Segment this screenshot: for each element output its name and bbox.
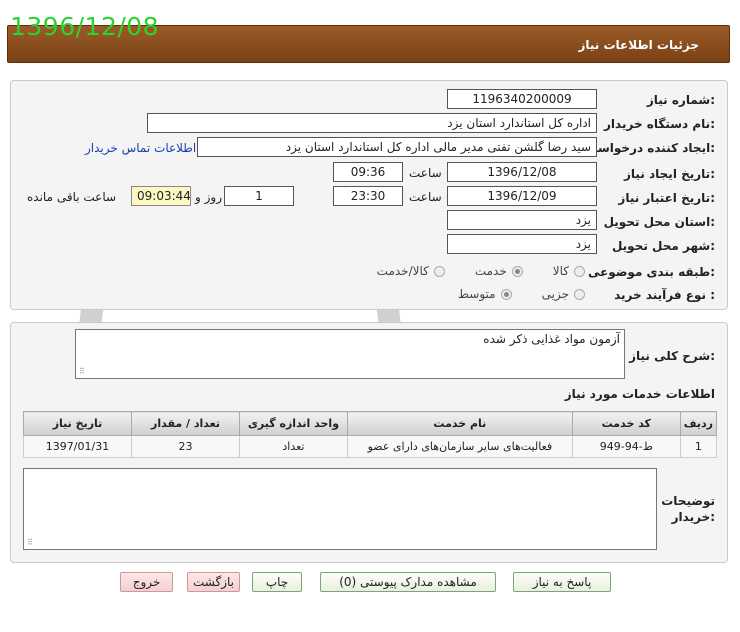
radio-selected-icon: [500, 288, 512, 300]
remaining-time-field: 09:03:44: [131, 186, 191, 206]
created-time-label: ساعت: [409, 166, 442, 180]
category-label: طبقه بندی موضوعی:: [587, 265, 715, 279]
radio-icon: [574, 288, 585, 300]
category-option-goods[interactable]: کالا: [553, 264, 585, 278]
table-row[interactable]: 1 ط-94-949 فعالیت‌های سایر سازمان‌های دا…: [22, 435, 718, 458]
created-date-field[interactable]: 1396/12/08: [447, 162, 597, 182]
description-text: آزمون مواد غذایی ذکر شده: [483, 332, 620, 346]
col-service-name: نام خدمت: [346, 411, 573, 436]
radio-selected-icon: [511, 265, 523, 277]
requester-label: ایجاد کننده درخواست:: [585, 141, 715, 155]
buyer-org-label: نام دستگاه خریدار:: [604, 117, 715, 131]
requester-field[interactable]: سید رضا گلشن تفتی مدیر مالی اداره کل است…: [197, 137, 597, 157]
validity-time-field[interactable]: 23:30: [333, 186, 403, 206]
date-stamp: 1396/12/08: [10, 12, 160, 41]
created-date-label: تاریخ ایجاد نیاز:: [624, 167, 715, 181]
process-option-medium[interactable]: متوسط: [458, 287, 512, 301]
city-label: شهر محل تحویل:: [611, 239, 715, 253]
city-field[interactable]: یزد: [447, 234, 597, 254]
services-table: ردیف کد خدمت نام خدمت واحد اندازه گیری ت…: [22, 411, 718, 458]
radio-icon: [433, 265, 445, 277]
category-radio-group: کالا خدمت کالا/خدمت: [377, 264, 585, 278]
process-option-minor[interactable]: جزیی: [542, 287, 585, 301]
need-number-field[interactable]: 1196340200009: [447, 89, 597, 109]
col-need-date: تاریخ نیاز: [22, 411, 133, 436]
description-textarea[interactable]: آزمون مواد غذایی ذکر شده ⠿: [75, 329, 625, 379]
province-label: استان محل تحویل:: [603, 215, 715, 229]
process-type-radio-group: جزیی متوسط: [458, 287, 585, 301]
reply-button[interactable]: پاسخ به نیاز: [513, 572, 611, 592]
services-header-row: ردیف کد خدمت نام خدمت واحد اندازه گیری ت…: [22, 411, 718, 436]
province-field[interactable]: یزد: [447, 210, 597, 230]
col-service-code: کد خدمت: [571, 411, 681, 436]
cell-row-number: 1: [679, 435, 718, 458]
cell-need-date: 1397/01/31: [22, 435, 133, 458]
need-details-panel: شرح کلی نیاز: آزمون مواد غذایی ذکر شده ⠿…: [10, 322, 728, 563]
resize-grip-icon: ⠿: [79, 367, 85, 376]
need-number-label: شماره نیاز:: [646, 93, 715, 107]
window-title: جزئیات اطلاعات نیاز: [578, 38, 699, 52]
resize-grip-icon: ⠿: [27, 538, 33, 547]
validity-date-field[interactable]: 1396/12/09: [447, 186, 597, 206]
remaining-time-label: ساعت باقی مانده: [27, 190, 117, 204]
services-heading: اطلاعات خدمات مورد نیاز: [564, 387, 715, 401]
cell-quantity: 23: [131, 435, 240, 458]
col-unit: واحد اندازه گیری: [238, 411, 348, 436]
validity-date-label: تاریخ اعتبار نیاز:: [618, 191, 715, 205]
category-option-service[interactable]: خدمت: [475, 264, 523, 278]
validity-time-label: ساعت: [409, 190, 442, 204]
cell-service-name: فعالیت‌های سایر سازمان‌های دارای عضو: [346, 435, 573, 458]
back-button[interactable]: بازگشت: [187, 572, 240, 592]
cell-unit: تعداد: [238, 435, 348, 458]
need-info-panel: شماره نیاز: 1196340200009 نام دستگاه خری…: [10, 80, 728, 310]
cell-service-code: ط-94-949: [571, 435, 681, 458]
col-row-number: ردیف: [679, 411, 718, 436]
print-button[interactable]: چاپ: [252, 572, 302, 592]
buyer-notes-label: توضیحات خریدار:: [661, 494, 715, 524]
remaining-days-field[interactable]: 1: [224, 186, 294, 206]
buyer-contact-link[interactable]: اطلاعات تماس خریدار: [85, 141, 196, 155]
description-label: شرح کلی نیاز:: [629, 349, 715, 363]
view-attachments-button[interactable]: مشاهده مدارک پیوستی (0): [320, 572, 496, 592]
category-option-goods-service[interactable]: کالا/خدمت: [377, 264, 445, 278]
created-time-field[interactable]: 09:36: [333, 162, 403, 182]
exit-button[interactable]: خروج: [120, 572, 173, 592]
radio-icon: [574, 265, 585, 277]
buyer-notes-textarea[interactable]: ⠿: [23, 468, 657, 550]
process-type-label: نوع فرآیند خرید :: [614, 288, 715, 302]
remaining-days-label: روز و: [195, 190, 222, 204]
buyer-org-field[interactable]: اداره کل استاندارد استان یزد: [147, 113, 597, 133]
col-quantity: تعداد / مقدار: [131, 411, 240, 436]
